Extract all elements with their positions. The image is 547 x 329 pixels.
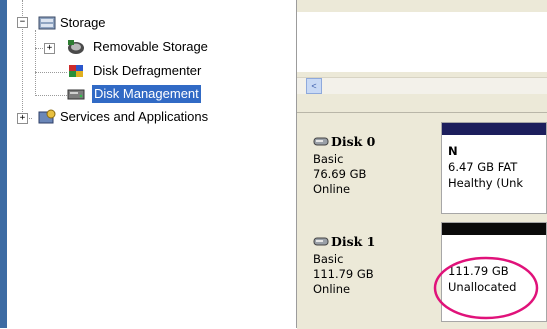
disk-1-panel[interactable]: Disk 1 Basic 111.79 GB Online — [307, 222, 440, 322]
tree-item-storage[interactable]: Storage — [60, 14, 106, 32]
disk-type: Basic — [313, 152, 344, 166]
tree-item-disk-management[interactable]: Disk Management — [92, 85, 201, 103]
disk-size: 111.79 GB — [313, 267, 374, 281]
disk-size: 76.69 GB — [313, 167, 367, 181]
partition-bar — [442, 223, 546, 235]
disk-icon — [313, 237, 329, 246]
removable-storage-icon — [68, 40, 84, 54]
disk-name: Disk 1 — [331, 234, 376, 249]
collapse-expander[interactable]: − — [17, 17, 28, 28]
disk-0-partition[interactable]: N 6.47 GB FAT Healthy (Unk — [441, 122, 547, 214]
storage-icon — [38, 16, 56, 30]
expand-expander[interactable]: + — [17, 113, 28, 124]
tree-item-services-and-applications[interactable]: Services and Applications — [60, 108, 208, 126]
disk-icon — [313, 137, 329, 146]
highlight-circle-annotation — [433, 256, 539, 320]
horizontal-scrollbar[interactable]: < — [297, 77, 547, 94]
services-icon — [38, 109, 56, 124]
partition-size: 6.47 GB FAT — [448, 160, 518, 174]
disk-defragmenter-icon — [69, 65, 83, 77]
expand-expander[interactable]: + — [44, 43, 55, 54]
partition-bar — [442, 123, 546, 135]
disk-type: Basic — [313, 252, 344, 266]
disk-0-panel[interactable]: Disk 0 Basic 76.69 GB Online — [307, 122, 440, 214]
volume-list-area — [297, 12, 547, 72]
partition-letter: N — [448, 144, 458, 158]
console-tree-pane: − Storage + Removable Storage Disk Defra… — [0, 0, 297, 328]
tree-item-removable-storage[interactable]: Removable Storage — [93, 38, 208, 56]
tree-item-disk-defragmenter[interactable]: Disk Defragmenter — [93, 62, 201, 80]
disk-status: Online — [313, 282, 351, 296]
disk-status: Online — [313, 182, 351, 196]
scroll-left-button[interactable]: < — [306, 78, 322, 94]
window-edge — [0, 0, 7, 328]
disk-name: Disk 0 — [331, 134, 376, 149]
partition-health: Healthy (Unk — [448, 176, 524, 190]
disk-management-icon — [67, 89, 85, 100]
